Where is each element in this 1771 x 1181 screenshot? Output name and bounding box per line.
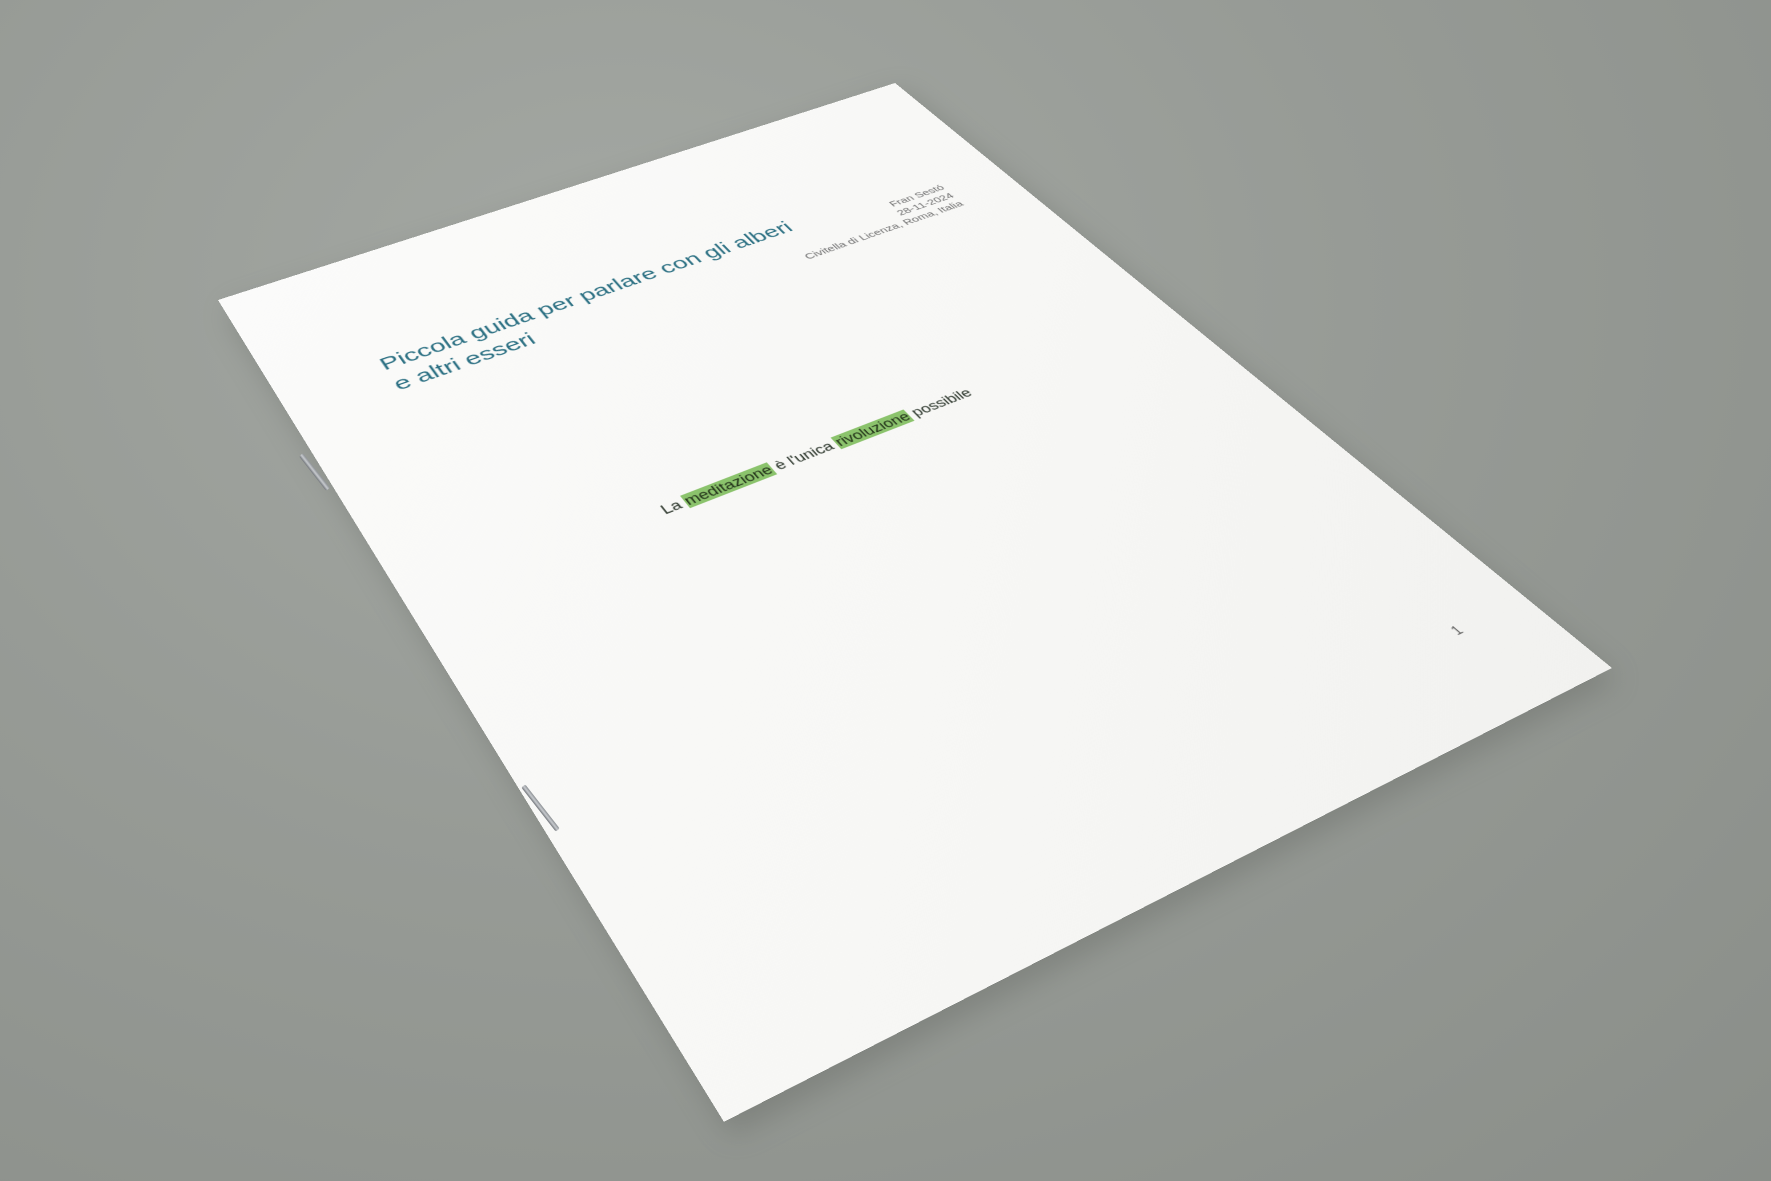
quote-middle: è l'unica — [766, 437, 842, 475]
quote-suffix: possibile — [903, 385, 976, 421]
document-title-line-1: Piccola guida per parlare con gli alberi — [375, 218, 798, 375]
quote-highlight-meditazione: meditazione — [679, 462, 777, 509]
document-title: Piccola guida per parlare con gli alberi… — [375, 205, 855, 396]
page-number: 1 — [1446, 622, 1467, 638]
quote-highlight-rivoluzione: rivoluzione — [830, 409, 915, 450]
photo-scene: Piccola guida per parlare con gli alberi… — [0, 0, 1771, 1181]
